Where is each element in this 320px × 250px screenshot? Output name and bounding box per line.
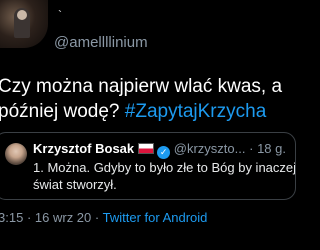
meta-separator-1: · [26, 210, 32, 225]
quoted-tweet[interactable]: Krzysztof Bosak ✓ @krzyszto... · 18 g. 1.… [0, 132, 296, 200]
quoted-separator: · [249, 141, 254, 156]
tweet-date: 16 wrz 20 [34, 210, 92, 225]
tick-mark: ` [58, 8, 62, 22]
tweet-text-line-1: Czy można najpierw wlać kwas, a [0, 76, 283, 97]
verified-badge-icon: ✓ [157, 146, 171, 159]
tweet-source-link[interactable]: Twitter for Android [103, 210, 208, 225]
user-handle[interactable]: @amellllinium [54, 34, 148, 51]
quoted-author-name[interactable]: Krzysztof Bosak [33, 141, 134, 156]
quoted-avatar[interactable] [5, 143, 27, 165]
quoted-text: 1. Można. Gdyby to było złe to Bóg by in… [33, 160, 296, 192]
quoted-date: 18 g. [257, 141, 286, 156]
tweet-text: Czy można najpierw wlać kwas, a później … [0, 74, 300, 124]
tweet-time: 3:15 [0, 210, 24, 225]
tweet-meta: 3:15 · 16 wrz 20 · Twitter for Android [0, 210, 298, 225]
poland-flag-icon [138, 143, 155, 154]
quoted-header: Krzysztof Bosak ✓ @krzyszto... · 18 g. [33, 141, 293, 159]
tweet-text-line-2: później wodę? #ZapytajKrzycha [0, 99, 300, 124]
avatar-face [17, 10, 27, 20]
hashtag-link[interactable]: #ZapytajKrzycha [125, 101, 267, 122]
tweet-text-line-2-plain: później wodę? [0, 101, 125, 122]
avatar[interactable] [0, 0, 48, 48]
quoted-handle: @krzyszto... [173, 141, 246, 156]
meta-separator-2: · [94, 210, 100, 225]
